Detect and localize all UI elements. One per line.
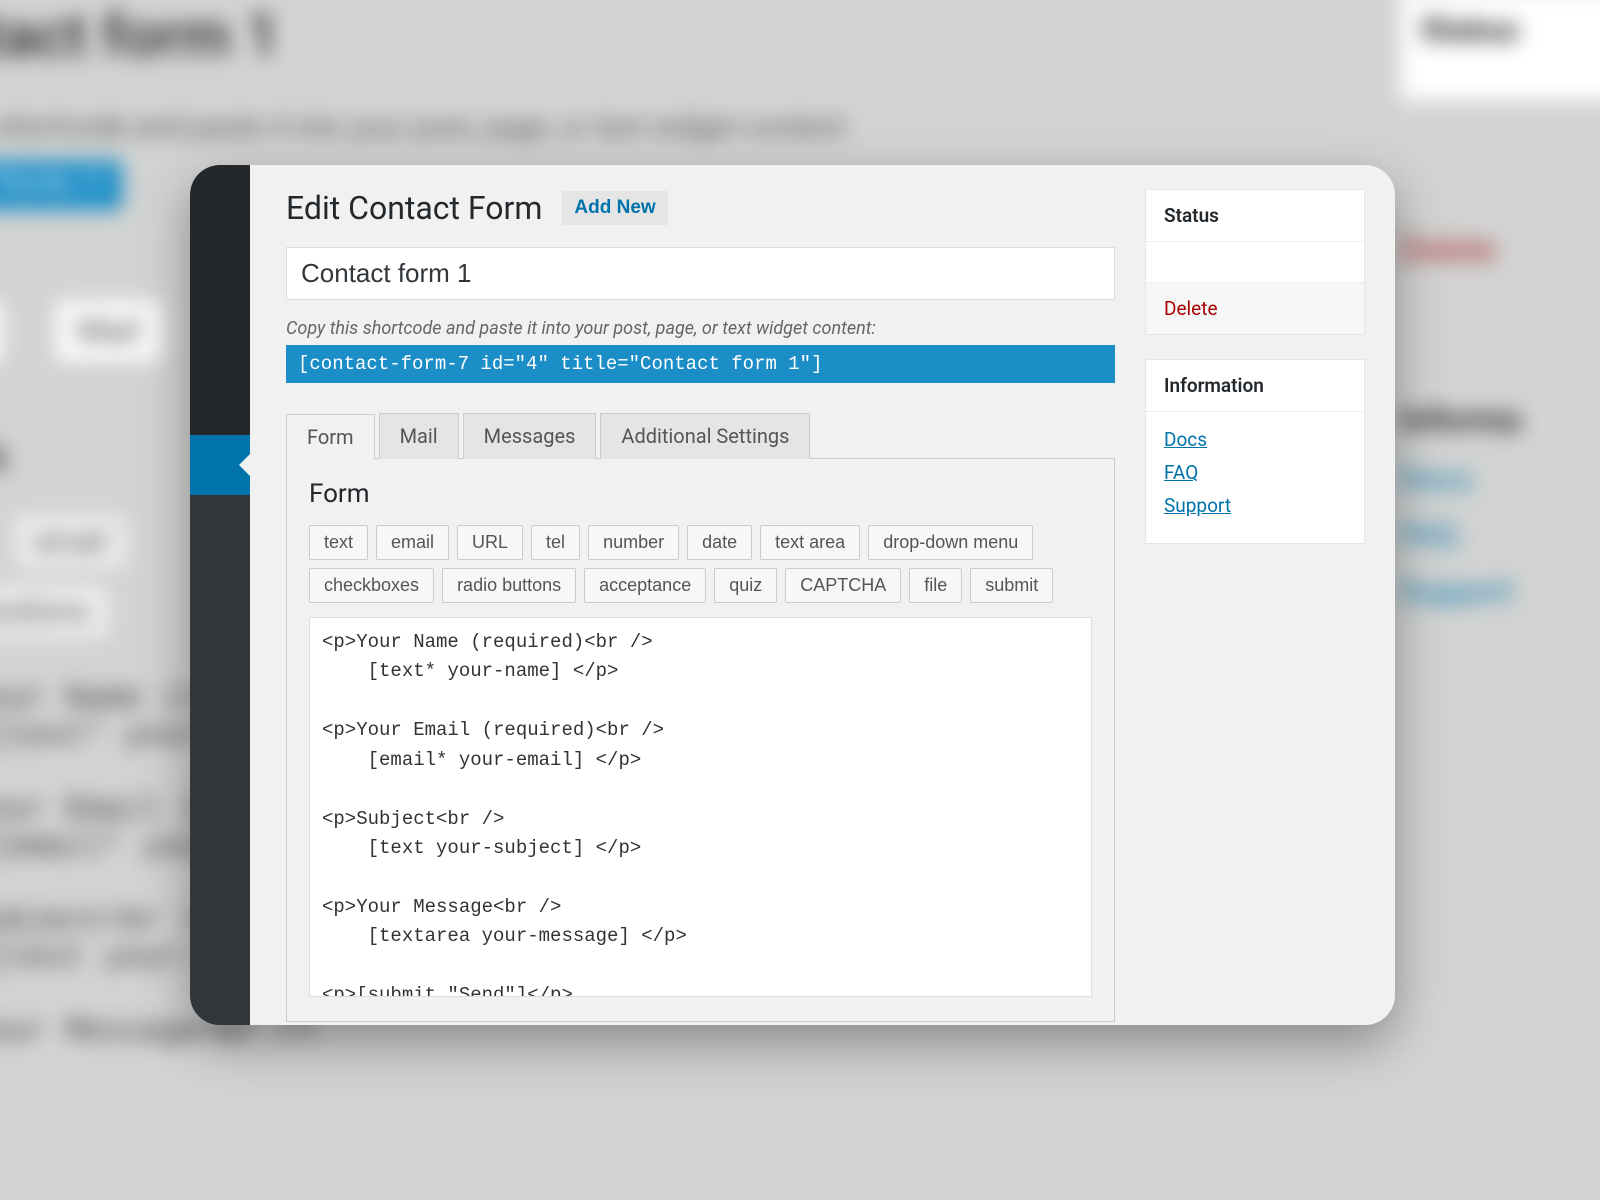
page-title: Edit Contact Form: [286, 189, 542, 227]
tab-messages[interactable]: Messages: [463, 413, 597, 459]
delete-link[interactable]: Delete: [1164, 297, 1218, 320]
form-template-textarea[interactable]: [309, 617, 1092, 997]
tag-button-radio-buttons[interactable]: radio buttons: [442, 568, 576, 603]
tag-button-url[interactable]: URL: [457, 525, 523, 560]
tag-button-email[interactable]: email: [376, 525, 449, 560]
tag-button-acceptance[interactable]: acceptance: [584, 568, 706, 603]
tag-button-checkboxes[interactable]: checkboxes: [309, 568, 434, 603]
sidebar-submenu-area: [190, 495, 250, 1025]
tag-button-quiz[interactable]: quiz: [714, 568, 777, 603]
tag-button-file[interactable]: file: [909, 568, 962, 603]
form-tab-panel: Form textemailURLtelnumberdatetext aread…: [286, 458, 1115, 1022]
info-link-faq[interactable]: FAQ: [1164, 461, 1346, 484]
tag-button-captcha[interactable]: CAPTCHA: [785, 568, 901, 603]
form-title-input[interactable]: [286, 247, 1115, 300]
info-link-docs[interactable]: Docs: [1164, 428, 1346, 451]
tag-button-text[interactable]: text: [309, 525, 368, 560]
information-metabox-title: Information: [1146, 360, 1364, 412]
admin-sidebar-strip: [190, 165, 250, 1025]
tag-button-text-area[interactable]: text area: [760, 525, 860, 560]
sidebar-active-indicator: [190, 435, 250, 495]
tag-button-tel[interactable]: tel: [531, 525, 580, 560]
editor-tabs: FormMailMessagesAdditional Settings: [286, 413, 1115, 459]
tag-button-number[interactable]: number: [588, 525, 679, 560]
status-metabox-title: Status: [1146, 190, 1364, 242]
tag-button-submit[interactable]: submit: [970, 568, 1053, 603]
tag-button-drop-down-menu[interactable]: drop-down menu: [868, 525, 1033, 560]
shortcode-help-text: Copy this shortcode and paste it into yo…: [286, 318, 1115, 339]
tab-mail[interactable]: Mail: [379, 413, 459, 459]
add-new-button[interactable]: Add New: [562, 191, 667, 225]
tab-additional-settings[interactable]: Additional Settings: [600, 413, 810, 459]
information-metabox: Information Docs FAQ Support: [1145, 359, 1365, 544]
shortcode-display[interactable]: [contact-form-7 id="4" title="Contact fo…: [286, 345, 1115, 383]
status-metabox: Status Delete: [1145, 189, 1365, 335]
tag-button-date[interactable]: date: [687, 525, 752, 560]
panel-title: Form: [309, 479, 1092, 509]
admin-screenshot-card: Edit Contact Form Add New Copy this shor…: [190, 165, 1395, 1025]
tag-generator-list: textemailURLtelnumberdatetext areadrop-d…: [309, 525, 1092, 603]
tab-form[interactable]: Form: [286, 414, 375, 460]
info-link-support[interactable]: Support: [1164, 494, 1346, 517]
